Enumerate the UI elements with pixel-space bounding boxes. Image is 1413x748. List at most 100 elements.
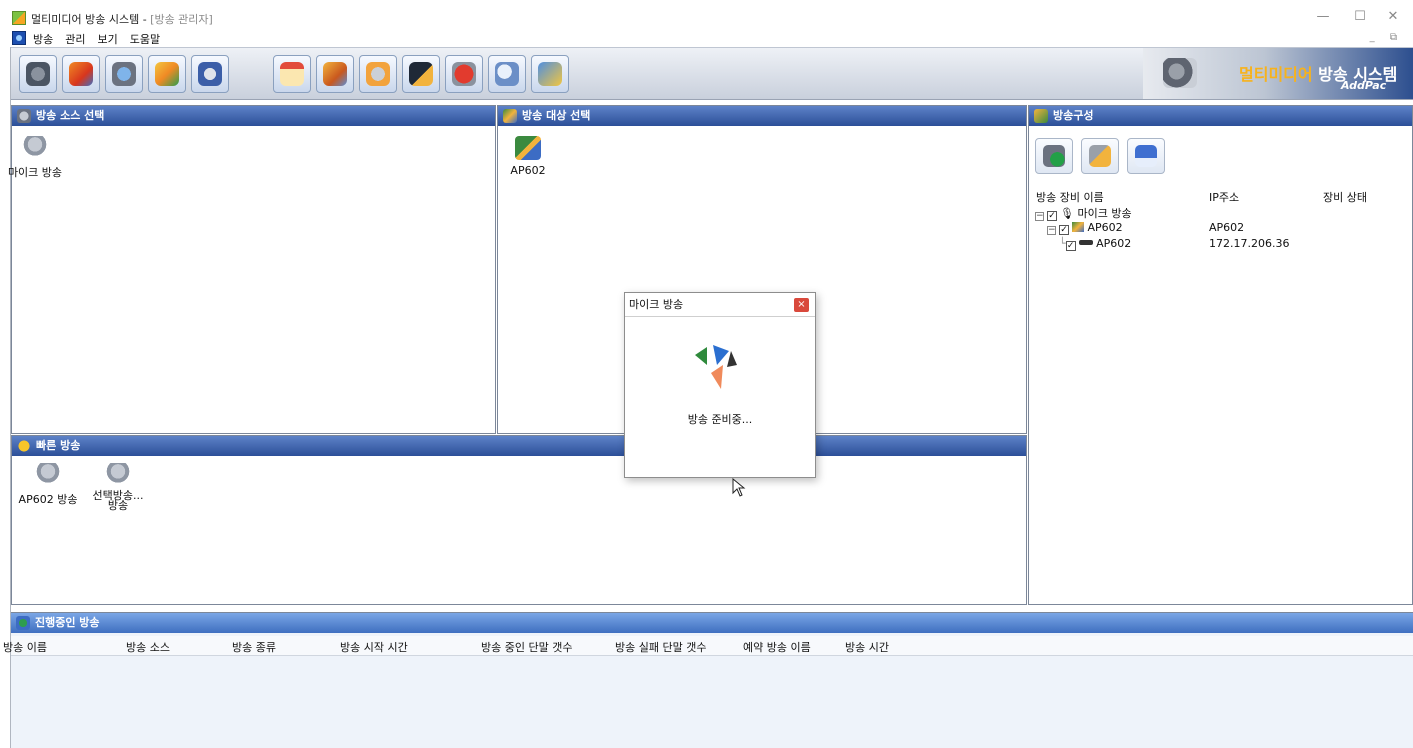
col-broadcast-name[interactable]: 방송 이름 <box>3 639 47 655</box>
camera-icon <box>1163 58 1197 88</box>
modal-close-button[interactable]: × <box>794 298 809 312</box>
target-panel-header: 방송 대상 선택 <box>498 106 1026 126</box>
modal-title: 마이크 방송 <box>625 293 815 317</box>
tree-row-device[interactable]: └✓ AP602 <box>1059 237 1131 251</box>
running-panel-title: 진행중인 방송 <box>35 616 100 629</box>
close-button[interactable]: ✕ <box>1378 8 1408 26</box>
clock-icon[interactable] <box>191 55 229 93</box>
config-icon <box>1034 109 1048 123</box>
broadcast-modal: 마이크 방송 × 방송 준비중... <box>624 292 816 478</box>
menu-manage[interactable]: 관리 <box>65 31 85 47</box>
col-active-terminals[interactable]: 방송 중인 단말 갯수 <box>481 639 572 655</box>
col-reservation-name[interactable]: 예약 방송 이름 <box>743 639 811 655</box>
mdi-controls[interactable]: _ ⧉ <box>1370 32 1403 43</box>
running-panel: 진행중인 방송 방송 이름 방송 소스 방송 종류 방송 시작 시간 방송 중인… <box>3 612 1413 748</box>
brand-banner: 멀티미디어 방송 시스템 AddPac <box>1143 48 1413 99</box>
tree-row-group[interactable]: − ✓ AP602 <box>1047 221 1123 235</box>
collapse-icon[interactable]: − <box>1035 212 1044 221</box>
toolbar: 멀티미디어 방송 시스템 AddPac <box>11 47 1413 100</box>
maximize-button[interactable]: ☐ <box>1345 8 1375 26</box>
col-broadcast-time[interactable]: 방송 시간 <box>845 639 889 655</box>
window-title: 멀티미디어 방송 시스템 - [방송 관리자] <box>31 11 213 27</box>
col-status[interactable]: 장비 상태 <box>1323 189 1367 205</box>
menu-bar: 방송 관리 보기 도움말 _ ⧉ <box>0 30 1413 46</box>
tree-label: 마이크 방송 <box>1077 207 1132 220</box>
bell-icon[interactable] <box>148 55 186 93</box>
group-icon <box>515 136 541 160</box>
mouse-cursor-icon <box>732 478 746 497</box>
quick-panel-header: 빠른 방송 <box>12 436 1026 456</box>
mic-star-button[interactable] <box>1081 138 1119 174</box>
star-icon <box>17 439 31 453</box>
device-icon <box>1078 240 1093 245</box>
microphone-icon <box>105 463 131 487</box>
refresh-icon[interactable] <box>531 55 569 93</box>
stop-icon[interactable] <box>445 55 483 93</box>
window-doc-title: [방송 관리자] <box>150 13 213 26</box>
camera-mic-icon[interactable] <box>19 55 57 93</box>
running-header-row <box>11 636 1413 656</box>
quick-item-label2: 방송 <box>107 499 129 512</box>
source-item-mic[interactable]: 마이크 방송 <box>4 136 66 180</box>
target-item-label: AP602 <box>510 164 546 177</box>
modal-message: 방송 준비중... <box>687 413 753 426</box>
menu-broadcast[interactable]: 방송 <box>33 31 53 47</box>
broadcast-icon <box>16 616 30 630</box>
menu-help[interactable]: 도움말 <box>130 31 160 47</box>
col-failed-terminals[interactable]: 방송 실패 단말 갯수 <box>615 639 706 655</box>
col-broadcast-type[interactable]: 방송 종류 <box>232 639 276 655</box>
microphone-icon: 🎙 <box>1060 207 1074 220</box>
col-device-name[interactable]: 방송 장비 이름 <box>1036 189 1104 205</box>
calendar-icon[interactable] <box>273 55 311 93</box>
terminal-icon[interactable] <box>402 55 440 93</box>
app-icon <box>12 11 26 25</box>
quick-item-label: AP602 방송 <box>18 493 78 506</box>
tree-line: └ <box>1059 237 1066 250</box>
fire-alarm-icon[interactable] <box>62 55 100 93</box>
microphone-icon <box>17 109 31 123</box>
play-broadcast-icon <box>1043 145 1065 167</box>
checkbox[interactable]: ✓ <box>1047 211 1057 221</box>
loading-logo-icon <box>695 345 737 389</box>
brand-title-highlight: 멀티미디어 <box>1239 65 1313 84</box>
save-button[interactable] <box>1127 138 1165 174</box>
menu-view[interactable]: 보기 <box>98 31 118 47</box>
checkbox[interactable]: ✓ <box>1059 225 1069 235</box>
save-icon <box>1135 145 1157 167</box>
target-panel-title: 방송 대상 선택 <box>522 109 591 122</box>
group-icon <box>1072 222 1084 232</box>
col-start-time[interactable]: 방송 시작 시간 <box>340 639 408 655</box>
play-broadcast-button[interactable] <box>1035 138 1073 174</box>
config-panel: 방송구성 방송 장비 이름 IP주소 장비 상태 − ✓ 🎙 마이크 방송 − ✓ A… <box>1028 105 1413 605</box>
source-item-label: 마이크 방송 <box>7 166 63 179</box>
col-ip[interactable]: IP주소 <box>1209 189 1239 205</box>
title-bar: 멀티미디어 방송 시스템 - [방송 관리자] — ☐ ✕ <box>0 0 1413 30</box>
tree-label: AP602 <box>1087 221 1123 234</box>
tree-label: AP602 <box>1096 237 1132 250</box>
microphone-icon <box>35 463 61 487</box>
mic-star-icon <box>1089 145 1111 167</box>
tree-ip-device: 172.17.206.36 <box>1209 237 1290 250</box>
config-panel-title: 방송구성 <box>1053 109 1094 122</box>
search-icon[interactable] <box>488 55 526 93</box>
source-panel-header: 방송 소스 선택 <box>12 106 495 126</box>
col-broadcast-source[interactable]: 방송 소스 <box>126 639 170 655</box>
minimize-button[interactable]: — <box>1308 8 1338 26</box>
quick-item-selected[interactable]: 선택방송... 방송 <box>82 463 154 511</box>
source-panel-title: 방송 소스 선택 <box>36 109 105 122</box>
config-panel-header: 방송구성 <box>1029 106 1412 126</box>
tree-row-mic[interactable]: − ✓ 🎙 마이크 방송 <box>1035 205 1132 221</box>
tree-ip-group: AP602 <box>1209 221 1245 234</box>
gear-users-icon[interactable] <box>359 55 397 93</box>
users-icon[interactable] <box>316 55 354 93</box>
quick-item-ap602[interactable]: AP602 방송 <box>18 463 78 507</box>
network-settings-icon[interactable] <box>105 55 143 93</box>
collapse-icon[interactable]: − <box>1047 226 1056 235</box>
target-item-ap602[interactable]: AP602 <box>508 136 548 177</box>
brand-sub: AddPac <box>1341 79 1387 92</box>
quick-panel-title: 빠른 방송 <box>36 439 81 452</box>
checkbox[interactable]: ✓ <box>1065 241 1076 251</box>
source-panel: 방송 소스 선택 마이크 방송 <box>8 105 496 434</box>
window-title-text: 멀티미디어 방송 시스템 - <box>31 13 151 26</box>
document-icon[interactable] <box>12 31 26 45</box>
